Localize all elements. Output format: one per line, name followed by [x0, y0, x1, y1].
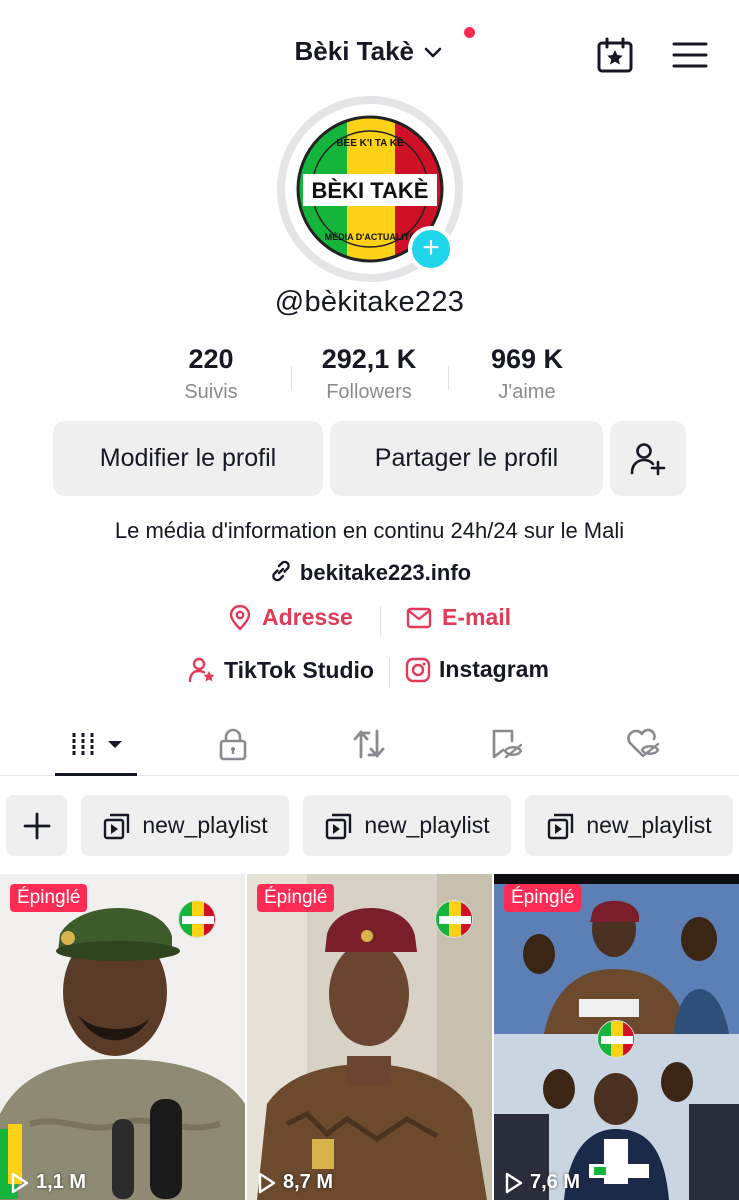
avatar-top-text: BÈE K'I TA KÈ	[336, 136, 404, 149]
video-thumbnail[interactable]: Épinglé 7,6 M	[494, 874, 739, 1200]
stat-value: 292,1 K	[321, 344, 417, 374]
tab-liked[interactable]	[613, 724, 673, 764]
tab-reposts[interactable]	[339, 724, 399, 764]
edit-profile-button[interactable]: Modifier le profil	[53, 421, 323, 496]
instagram-label: Instagram	[439, 656, 549, 682]
email-button[interactable]: E-mail	[406, 604, 511, 631]
stat-followers[interactable]: 292,1 K Followers	[299, 344, 439, 404]
bio-text: Le média d'information en continu 24h/24…	[114, 518, 625, 543]
playlist-chip[interactable]: new_playlist	[525, 795, 733, 856]
stat-value: 969 K	[490, 344, 564, 374]
video-grid: Épinglé 1,1 M Épinglé 8,7 M Épinglé 7,6 …	[0, 874, 739, 1200]
tab-private[interactable]	[203, 724, 263, 764]
playlist-chip[interactable]: new_playlist	[81, 795, 289, 856]
view-count-value: 7,6 M	[530, 1171, 581, 1193]
account-name[interactable]: Bèki Takè	[295, 36, 414, 67]
add-playlist-button[interactable]	[6, 795, 67, 856]
contact-row: Adresse E-mail	[0, 604, 739, 638]
add-friend-button[interactable]	[610, 421, 686, 496]
email-label: E-mail	[442, 604, 512, 630]
playlist-label: new_playlist	[142, 812, 268, 838]
address-label: Adresse	[262, 604, 353, 630]
stat-following[interactable]: 220 Suivis	[151, 344, 271, 404]
tiktok-studio-label: TikTok Studio	[224, 656, 374, 683]
mail-icon	[406, 607, 432, 628]
tab-videos[interactable]	[66, 724, 128, 764]
menu-icon[interactable]	[672, 40, 708, 70]
playlist-icon	[326, 813, 352, 839]
bio-link-text[interactable]: bekitake223.info	[300, 560, 471, 585]
divider	[389, 658, 390, 688]
divider	[291, 366, 292, 390]
lock-icon	[219, 728, 247, 761]
add-user-icon	[630, 442, 666, 475]
plus-icon	[23, 812, 50, 839]
pinned-badge: Épinglé	[257, 884, 335, 912]
repost-icon	[353, 729, 385, 759]
channel-logo	[178, 900, 216, 938]
pinned-badge: Épinglé	[10, 884, 88, 912]
stats-row: 220 Suivis 292,1 K Followers 969 K J'aim…	[0, 344, 739, 414]
instagram-button[interactable]: Instagram	[405, 656, 549, 683]
calendar-star-icon[interactable]	[596, 36, 634, 74]
playlist-icon	[548, 813, 574, 839]
stat-label: Suivis	[184, 381, 238, 403]
top-bar: Bèki Takè	[0, 0, 739, 100]
stat-label: J'aime	[498, 381, 556, 403]
play-icon	[11, 1172, 29, 1193]
playlist-row: new_playlist new_playlist new_playlist	[0, 795, 739, 856]
stat-label: Followers	[326, 381, 412, 403]
playlist-label: new_playlist	[364, 812, 490, 838]
view-count: 7,6 M	[504, 1171, 580, 1194]
view-count-value: 8,7 M	[283, 1171, 334, 1193]
play-icon	[258, 1172, 276, 1193]
view-count: 8,7 M	[257, 1171, 333, 1194]
bio-link[interactable]: bekitake223.info	[0, 558, 739, 586]
stat-value: 220	[188, 344, 234, 374]
add-avatar-button[interactable]: +	[408, 226, 454, 272]
video-thumbnail[interactable]: Épinglé 1,1 M	[0, 874, 245, 1200]
link-icon	[272, 560, 290, 582]
tiktok-studio-button[interactable]: TikTok Studio	[188, 656, 374, 684]
location-pin-icon	[229, 604, 251, 630]
channel-logo	[435, 900, 473, 938]
tab-saved[interactable]	[477, 724, 537, 764]
playlist-chip[interactable]: new_playlist	[303, 795, 511, 856]
links-row: TikTok Studio Instagram	[0, 656, 739, 690]
avatar-bottom-text: MÉDIA D'ACTUALITÉ	[325, 232, 416, 242]
notification-dot	[464, 27, 475, 38]
bookmark-hidden-icon	[492, 729, 523, 759]
address-button[interactable]: Adresse	[228, 604, 353, 631]
divider	[380, 606, 381, 636]
instagram-icon	[405, 657, 431, 682]
share-profile-button[interactable]: Partager le profil	[330, 421, 603, 496]
videos-grid-icon	[72, 733, 122, 755]
studio-user-star-icon	[188, 657, 215, 683]
avatar-title: BÈKI TAKÈ	[312, 178, 429, 203]
playlist-label: new_playlist	[586, 812, 712, 838]
active-tab-indicator	[55, 773, 137, 776]
username: @bèkitake223	[274, 286, 465, 318]
stat-likes[interactable]: 969 K J'aime	[467, 344, 587, 404]
view-count-value: 1,1 M	[36, 1171, 87, 1193]
content-tabs	[0, 716, 739, 776]
play-icon	[505, 1172, 523, 1193]
divider	[448, 366, 449, 390]
playlist-icon	[104, 813, 130, 839]
video-thumbnail[interactable]: Épinglé 8,7 M	[247, 874, 492, 1200]
pinned-badge: Épinglé	[504, 884, 582, 912]
chevron-down-icon[interactable]	[422, 41, 444, 63]
heart-hidden-icon	[627, 728, 660, 758]
view-count: 1,1 M	[10, 1171, 86, 1194]
channel-logo	[597, 1020, 635, 1058]
